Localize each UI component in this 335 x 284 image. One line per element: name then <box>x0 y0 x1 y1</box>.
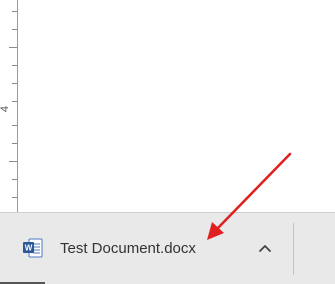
svg-text:W: W <box>25 244 33 253</box>
vertical-ruler: 4 <box>0 0 18 212</box>
chevron-up-icon[interactable] <box>255 239 275 257</box>
download-bar: W Test Document.docx <box>0 212 335 284</box>
ruler-tick <box>12 197 17 198</box>
ruler-tick <box>12 29 17 30</box>
ruler-tick <box>12 125 17 126</box>
ruler-number: 4 <box>0 105 11 113</box>
download-bar-divider <box>293 223 294 275</box>
ruler-tick <box>9 161 17 162</box>
ruler-tick <box>12 179 17 180</box>
document-canvas[interactable] <box>18 0 335 212</box>
word-document-icon: W <box>23 238 43 258</box>
ruler-tick <box>12 83 17 84</box>
ruler-tick <box>12 143 17 144</box>
ruler-tick <box>12 11 17 12</box>
ruler-tick <box>12 101 17 102</box>
download-item[interactable]: W Test Document.docx <box>0 213 293 284</box>
ruler-tick <box>12 65 17 66</box>
screenshot-root: 4 W Test Document.docx <box>0 0 335 284</box>
ruler-tick <box>9 47 17 48</box>
download-file-name: Test Document.docx <box>60 240 196 257</box>
